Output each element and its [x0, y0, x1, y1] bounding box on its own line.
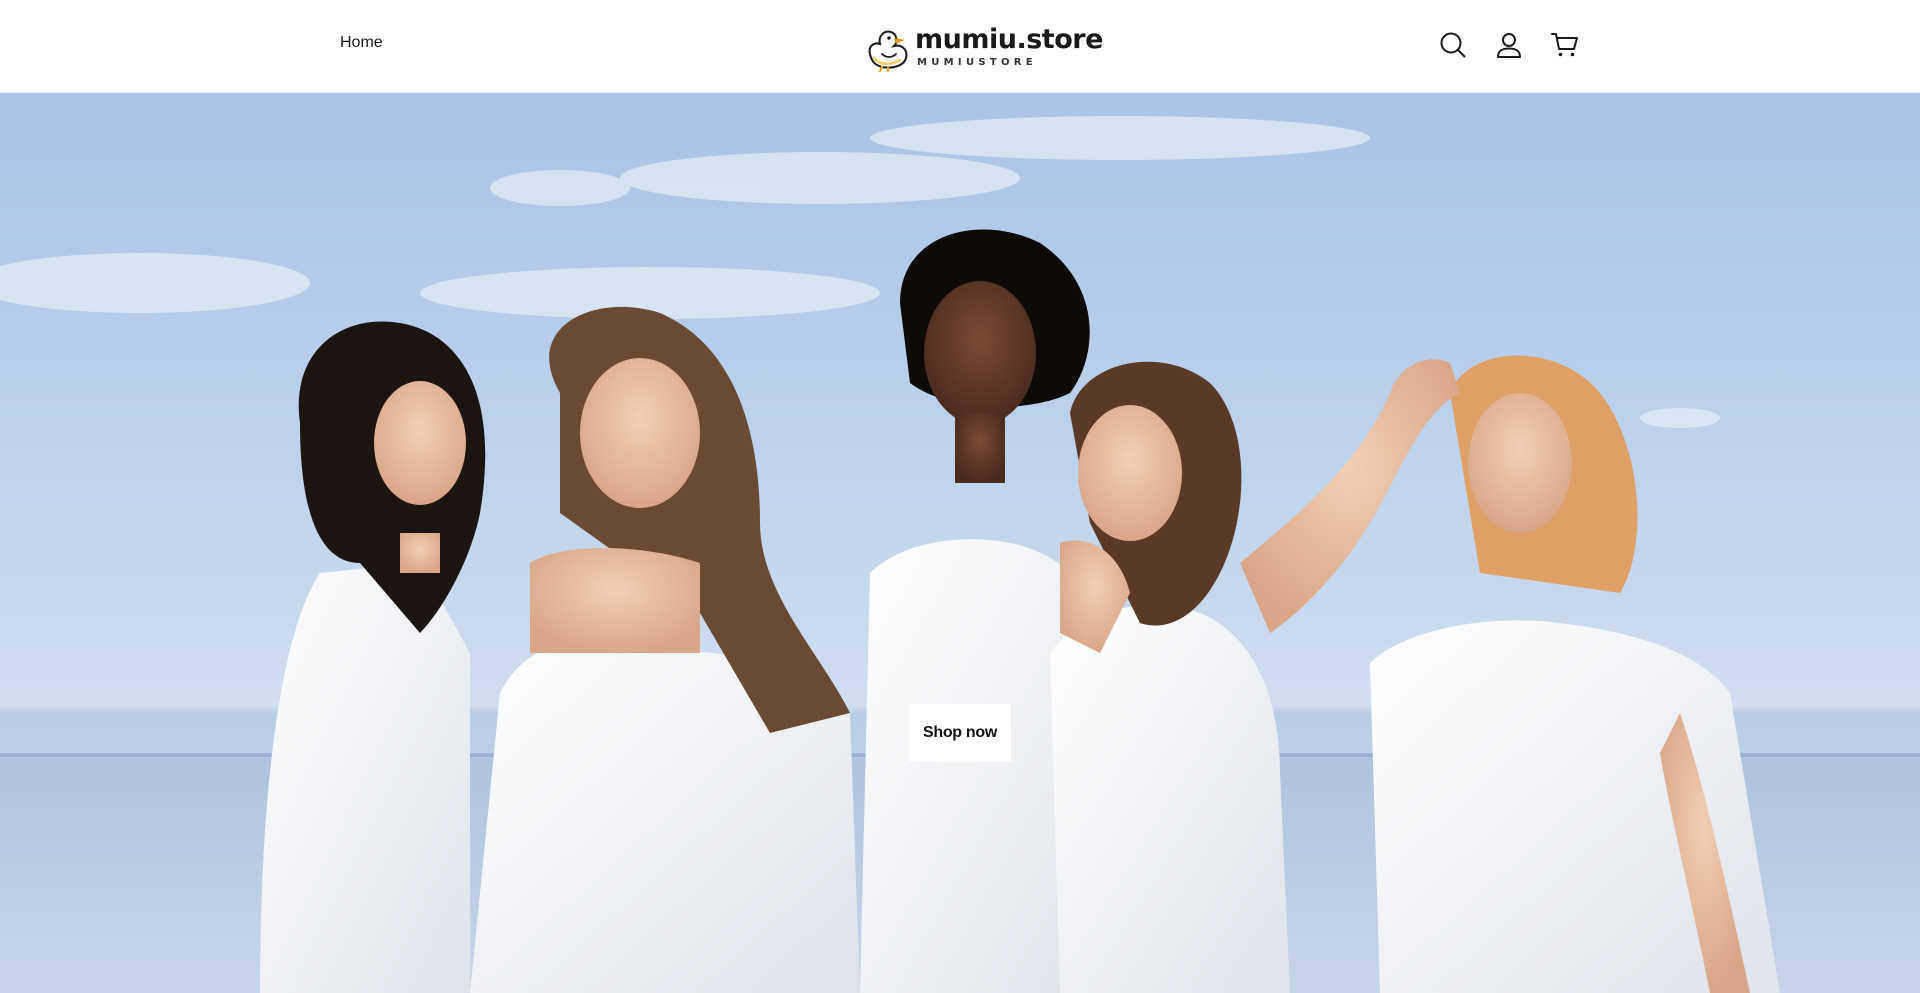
cart-icon: [1551, 33, 1578, 57]
shop-now-button[interactable]: Shop now: [909, 704, 1011, 762]
duck-icon: [868, 30, 908, 72]
account-button[interactable]: [1494, 30, 1524, 60]
nav-home-link[interactable]: Home: [340, 34, 383, 52]
logo-wordmark: mumiu.store: [915, 24, 1103, 55]
user-icon: [1497, 33, 1521, 58]
hero-banner: Shop now: [0, 93, 1920, 993]
search-button[interactable]: [1438, 30, 1468, 60]
site-header: Home mumiu.store MUMIUSTORE: [0, 0, 1920, 93]
store-logo[interactable]: mumiu.store MUMIUSTORE: [860, 20, 1103, 72]
cart-button[interactable]: [1550, 30, 1580, 60]
hero-photo: [0, 116, 1920, 993]
search-icon: [1440, 32, 1466, 58]
logo-subtitle: MUMIUSTORE: [917, 57, 1037, 68]
